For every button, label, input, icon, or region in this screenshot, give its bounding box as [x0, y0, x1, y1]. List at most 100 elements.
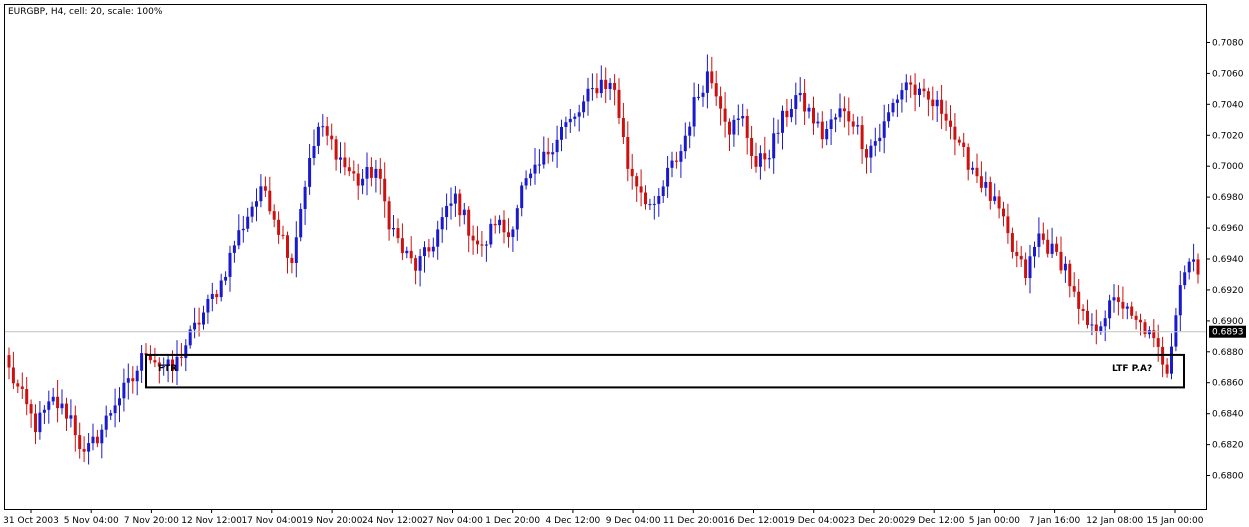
candle-body: [887, 112, 891, 122]
x-tick-label: 19 Nov 20:00: [302, 516, 363, 526]
candle-body: [268, 190, 272, 212]
candle-body: [785, 110, 789, 118]
candle-body: [206, 299, 210, 313]
candle-body: [957, 139, 961, 143]
y-tick-label: 0.6940: [1212, 255, 1244, 265]
candle-body: [140, 353, 144, 371]
candle-body: [69, 415, 73, 419]
candle-body: [1192, 259, 1196, 262]
candle-body: [1099, 326, 1103, 331]
candle-body: [842, 108, 846, 112]
x-tick-label: 15 Jan 00:00: [1147, 516, 1204, 526]
candle-body: [467, 209, 471, 236]
candle-body: [1196, 259, 1200, 275]
candle-body: [316, 126, 320, 146]
candle-body: [807, 107, 811, 112]
candle-body: [334, 139, 338, 160]
candle-body: [396, 228, 400, 239]
candle-body: [891, 102, 895, 113]
candle-body: [683, 135, 687, 152]
candle-body: [51, 396, 55, 402]
candle-body: [339, 157, 342, 160]
candle-body: [1130, 306, 1134, 316]
candle-body: [449, 203, 453, 206]
candle-body: [820, 121, 824, 140]
y-tick-label: 0.6840: [1212, 410, 1244, 420]
candle-body: [299, 209, 303, 238]
candle-body: [38, 412, 42, 433]
candle-body: [789, 109, 793, 118]
candle-body: [993, 196, 997, 201]
candle-body: [210, 294, 214, 299]
candle-body: [1046, 239, 1050, 254]
candle-body: [621, 118, 625, 137]
candle-body: [1010, 233, 1014, 252]
candle-body: [498, 219, 502, 226]
candle-body: [918, 88, 921, 95]
candle-body: [697, 96, 700, 98]
candle-body: [758, 153, 762, 167]
candle-body: [851, 121, 855, 127]
candle-body: [1134, 315, 1138, 320]
candle-body: [197, 322, 201, 325]
candle-body: [652, 203, 656, 205]
x-tick-label: 12 Nov 12:00: [181, 516, 242, 526]
candle-body: [1055, 243, 1059, 252]
candle-body: [400, 238, 404, 254]
candle-body: [1165, 364, 1169, 374]
candle-body: [834, 117, 838, 120]
candle-body: [250, 206, 254, 217]
y-tick-label: 0.6820: [1212, 441, 1244, 451]
candle-body: [241, 228, 245, 231]
candle-body: [573, 116, 577, 119]
candle-body: [215, 294, 219, 298]
candle-body: [493, 223, 497, 226]
candle-body: [590, 88, 594, 90]
candle-body: [445, 205, 449, 218]
x-tick-label: 17 Nov 04:00: [241, 516, 302, 526]
candle-body: [657, 196, 661, 204]
candle-body: [847, 111, 851, 122]
candle-body: [7, 355, 11, 368]
candle-body: [856, 125, 860, 127]
x-tick-label: 5 Nov 04:00: [64, 516, 119, 526]
candle-body: [1019, 255, 1023, 260]
candle-body: [895, 99, 899, 103]
x-tick-label: 24 Nov 12:00: [362, 516, 423, 526]
candle-body: [95, 436, 99, 444]
candle-body: [259, 186, 263, 202]
candle-body: [781, 110, 784, 133]
candle-body: [343, 157, 347, 168]
candle-body: [732, 119, 736, 135]
candle-body: [16, 383, 20, 387]
y-tick-label: 0.7000: [1212, 162, 1244, 172]
candle-body: [560, 127, 563, 140]
candle-body: [1041, 233, 1045, 240]
candle-body: [604, 79, 608, 89]
candle-body: [860, 125, 864, 150]
candle-body: [25, 389, 29, 405]
candle-body: [1183, 272, 1187, 286]
y-tick-label: 0.7080: [1212, 39, 1244, 49]
candle-body: [949, 120, 952, 127]
candle-body: [551, 152, 555, 155]
y-tick-label: 0.7060: [1212, 69, 1244, 79]
candle-body: [940, 99, 944, 114]
candle-body: [626, 137, 630, 169]
candle-body: [586, 88, 590, 102]
candle-body: [533, 164, 537, 174]
candle-body: [193, 322, 197, 330]
y-tick-label: 0.6960: [1212, 224, 1244, 234]
candle-body: [524, 178, 528, 186]
candle-body: [736, 118, 740, 120]
x-tick-label: 9 Dec 04:00: [606, 516, 661, 526]
candle-body: [356, 173, 360, 186]
x-tick-label: 12 Jan 08:00: [1086, 516, 1143, 526]
candle-body: [714, 83, 718, 97]
candle-body: [1002, 208, 1005, 217]
chart-title: EURGBP, H4, cell: 20, scale: 100%: [8, 7, 163, 17]
x-tick-label: 23 Dec 20:00: [844, 516, 905, 526]
candle-body: [529, 173, 533, 179]
candle-body: [303, 186, 307, 209]
candle-body: [1103, 318, 1107, 327]
